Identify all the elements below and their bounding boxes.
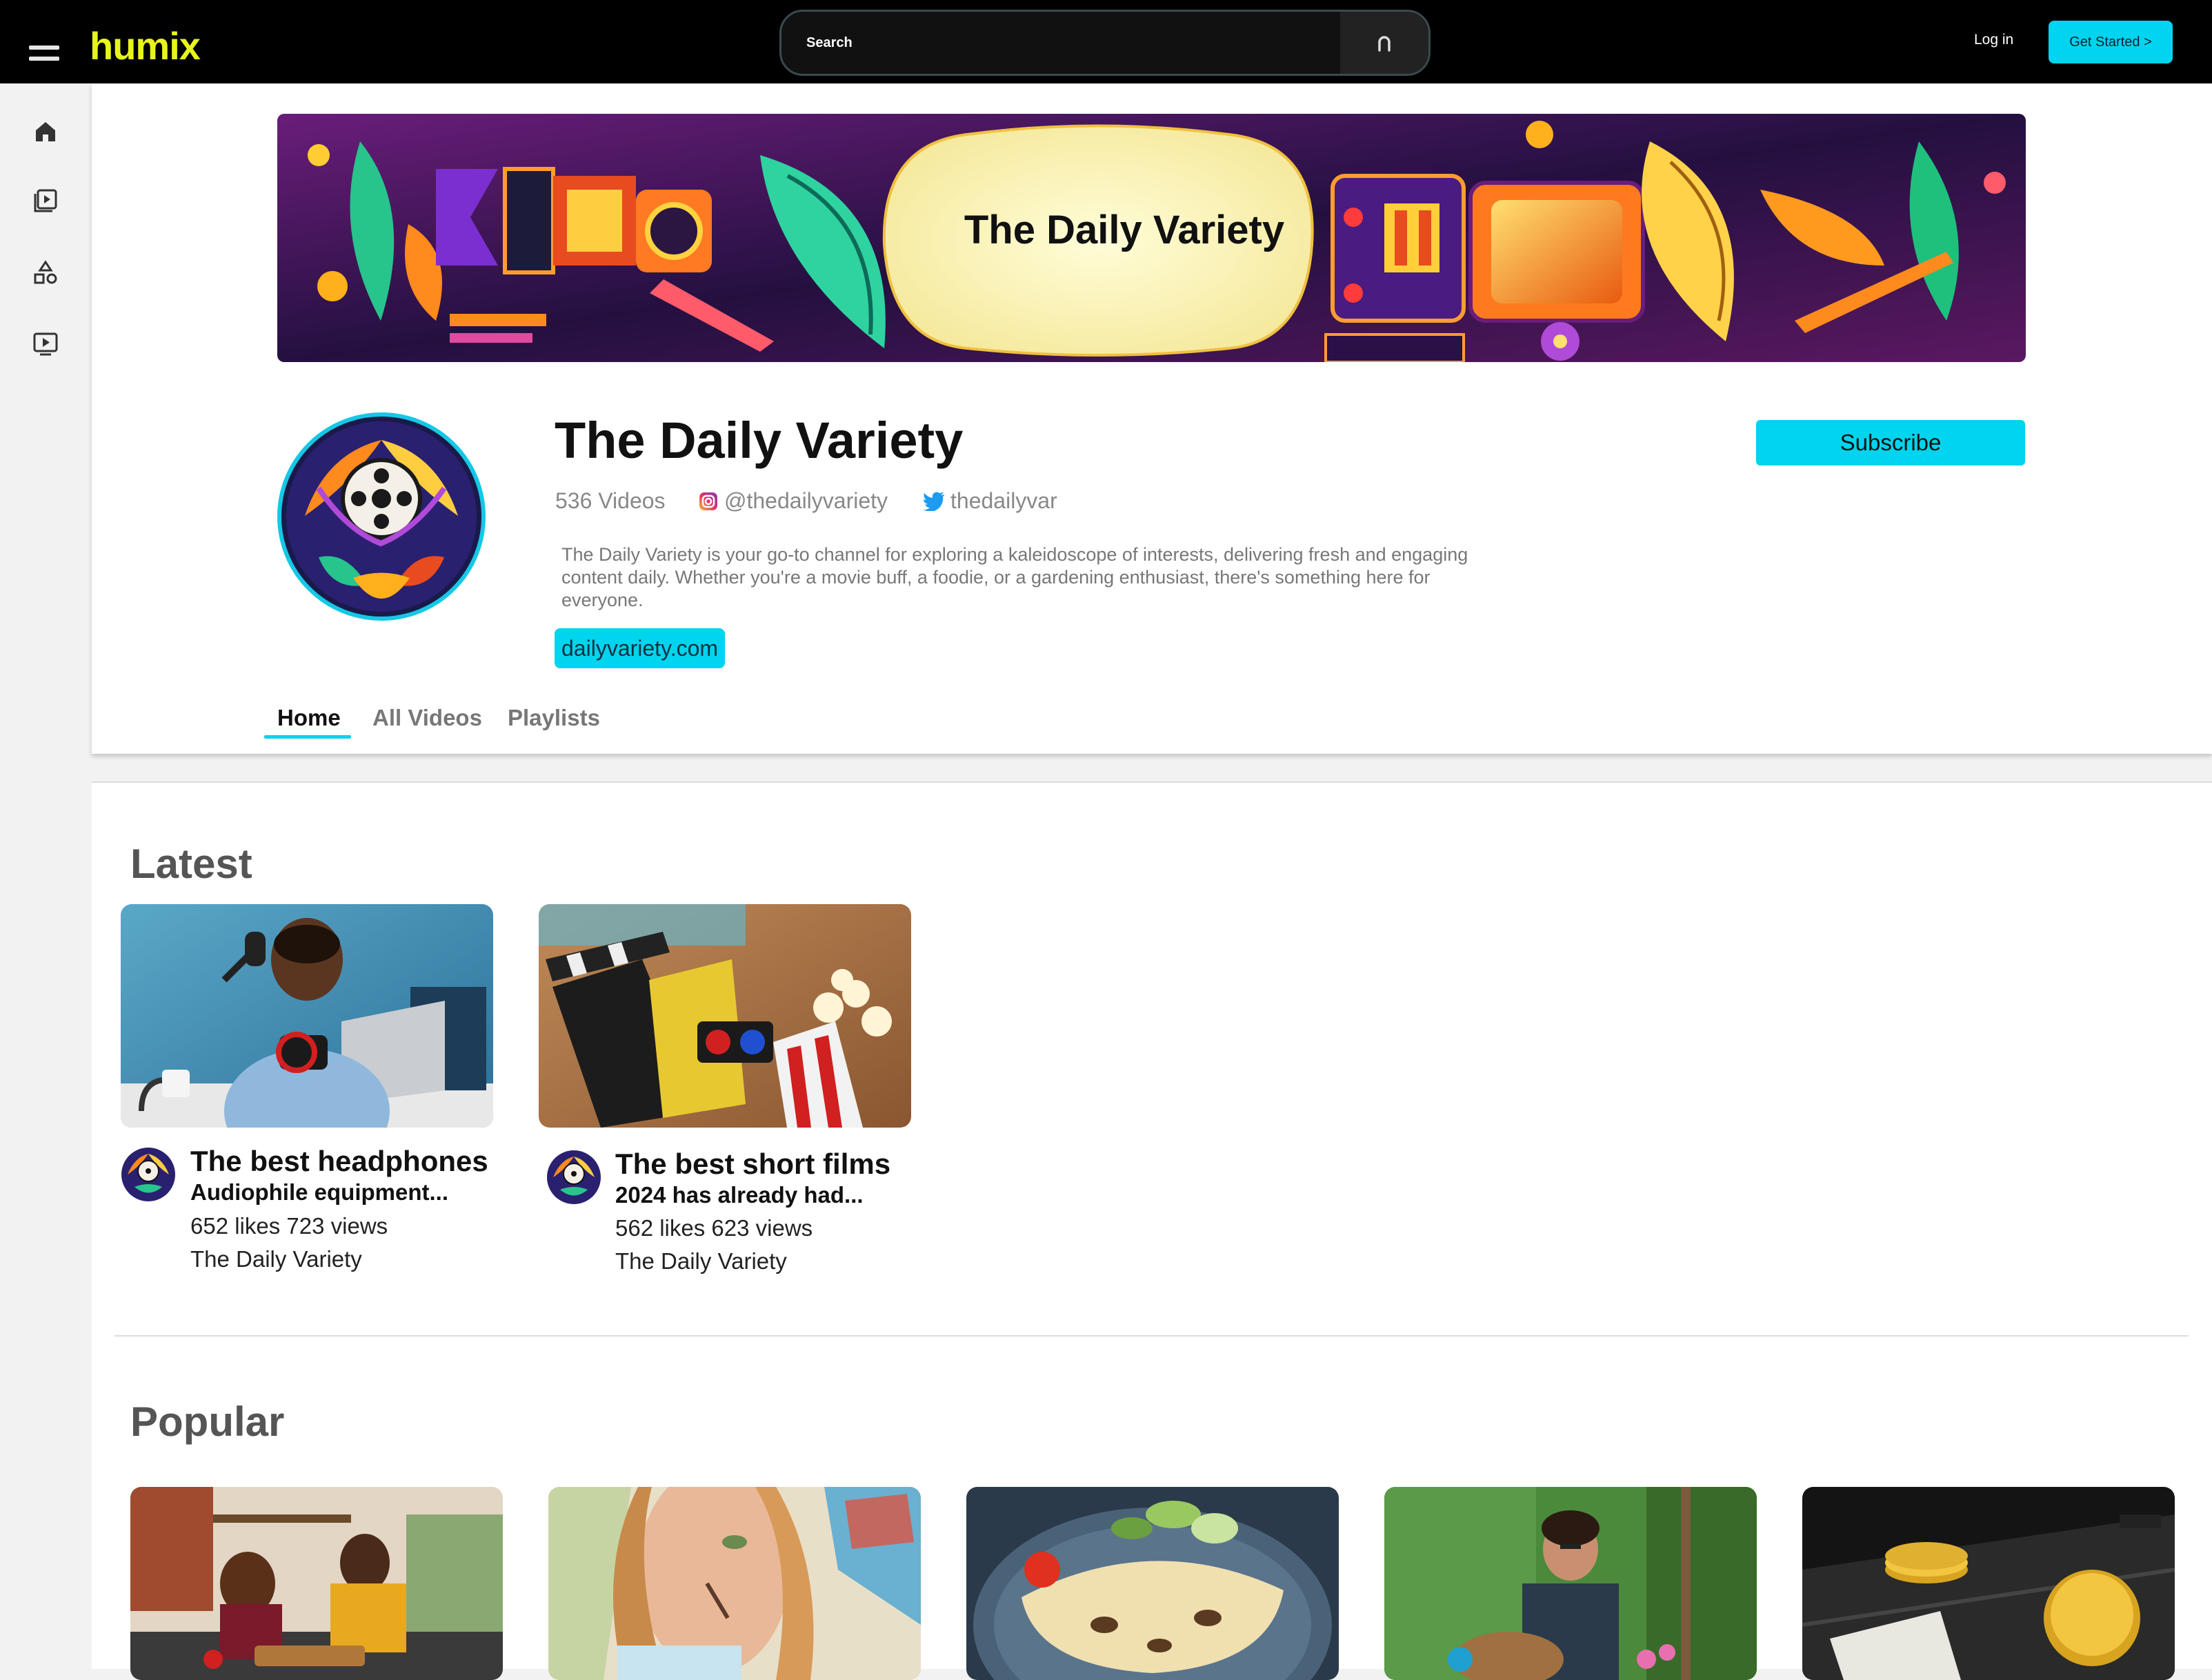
channel-description: The Daily Variety is your go-to channel … [561,544,1468,610]
website-link[interactable]: dailyvariety.com [555,628,726,668]
humix-logo[interactable]: humix [90,23,201,68]
popular-video-thumbnail-painting[interactable] [548,1487,921,1680]
video-channel-name[interactable]: The Daily Variety [615,1248,787,1274]
video-channel-avatar[interactable] [546,1150,601,1205]
video-channel-name[interactable]: The Daily Variety [190,1246,362,1272]
popular-video-thumbnail-cooking[interactable] [130,1487,503,1680]
instagram-handle[interactable]: @thedailyvariety [724,488,888,514]
popular-video-thumbnail-crypto[interactable] [1802,1487,2175,1680]
categories-icon[interactable] [32,259,59,287]
video-thumbnail-short-films[interactable] [539,904,911,1128]
popular-video-thumbnail-gardening[interactable] [1384,1487,1757,1680]
video-stats: 562 likes 623 views [615,1215,813,1241]
twitter-handle[interactable]: thedailyvar [950,488,1057,514]
video-library-icon[interactable] [32,187,59,214]
top-navigation-bar: humix Log in Get Started > [0,0,2212,83]
video-thumbnail-headphones[interactable] [121,904,493,1128]
video-title[interactable]: The best headphones [190,1145,488,1178]
play-screen-icon[interactable] [32,330,59,357]
popular-section-title: Popular [130,1399,285,1445]
search-input[interactable] [781,12,1340,74]
home-icon[interactable] [32,118,59,146]
search-bar [779,10,1431,76]
tab-all-videos[interactable]: All Videos [372,705,482,731]
tab-home[interactable]: Home [277,705,341,731]
subscribe-button[interactable]: Subscribe [1756,420,2025,466]
video-count: 536 Videos [555,488,666,513]
section-divider [114,1335,2189,1337]
twitter-link[interactable]: thedailyvar [923,488,1057,514]
log-in-link[interactable]: Log in [1974,32,2013,48]
video-channel-avatar[interactable] [121,1147,176,1202]
twitter-icon [923,491,944,511]
get-started-button[interactable]: Get Started > [2049,21,2173,63]
instagram-icon [699,492,717,510]
popular-video-thumbnail-omelette[interactable] [966,1487,1339,1680]
search-icon [1378,36,1391,52]
channel-name: The Daily Variety [555,412,964,469]
search-button[interactable] [1340,12,1428,74]
video-subtitle: Audiophile equipment... [190,1179,448,1205]
video-subtitle: 2024 has already had... [615,1182,864,1208]
active-tab-indicator [264,735,351,739]
channel-avatar [277,412,486,621]
latest-section-title: Latest [130,841,252,887]
tab-playlists[interactable]: Playlists [508,705,600,731]
banner-title: The Daily Variety [964,208,1285,252]
video-stats: 652 likes 723 views [190,1213,388,1239]
instagram-link[interactable]: @thedailyvariety [698,488,888,514]
hamburger-menu-icon[interactable] [29,46,59,63]
video-title[interactable]: The best short films [615,1148,890,1181]
left-sidebar [0,83,92,1668]
